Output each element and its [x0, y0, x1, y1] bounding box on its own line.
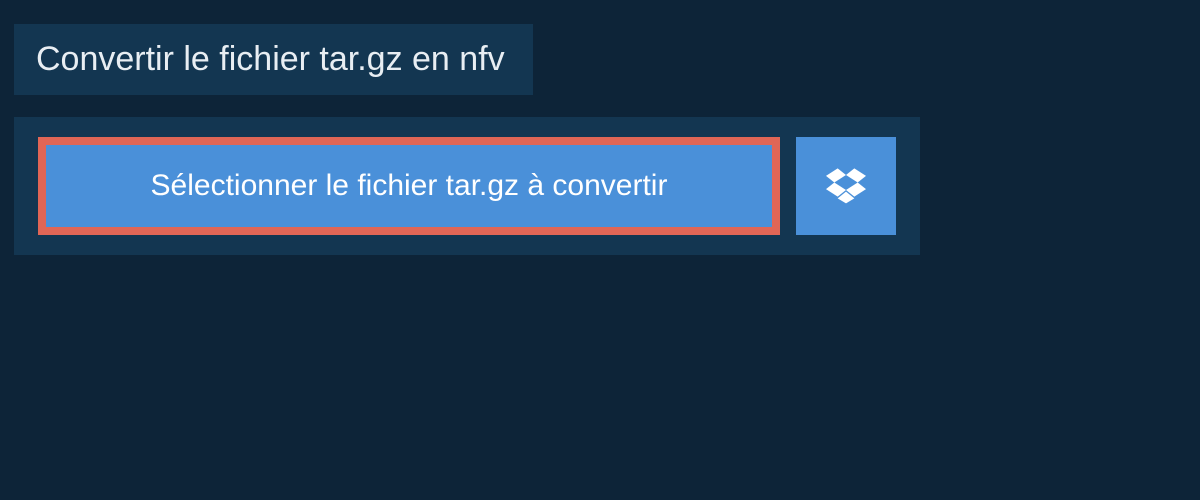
select-file-button[interactable]: Sélectionner le fichier tar.gz à convert… [38, 137, 780, 235]
dropbox-icon [826, 165, 866, 208]
page-title: Convertir le fichier tar.gz en nfv [36, 40, 505, 79]
select-file-label: Sélectionner le fichier tar.gz à convert… [151, 169, 668, 203]
dropbox-button[interactable] [796, 137, 896, 235]
title-bar: Convertir le fichier tar.gz en nfv [14, 24, 533, 95]
file-select-panel: Sélectionner le fichier tar.gz à convert… [14, 117, 920, 255]
